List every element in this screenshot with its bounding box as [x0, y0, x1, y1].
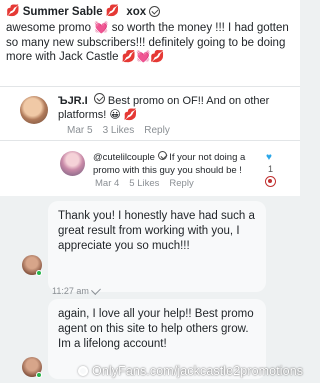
chat-thread: Thank you! I honestly have had such a gr… — [0, 196, 300, 383]
comment-meta: Mar 5 3 Likes Reply — [67, 125, 170, 136]
like-count[interactable]: 3 Likes — [103, 125, 135, 136]
read-check-icon — [90, 284, 101, 295]
comment-date: Mar 4 — [95, 178, 120, 189]
like-count[interactable]: 5 Likes — [129, 178, 159, 189]
reviewer-tag: xox — [126, 5, 147, 18]
review-header: 💋 Summer Sable 💋 xox — [6, 3, 294, 20]
lock-icon — [78, 366, 88, 376]
reply-button[interactable]: Reply — [169, 178, 193, 189]
reply-button[interactable]: Reply — [144, 125, 170, 136]
chat-bubble: Thank you! I honestly have had such a gr… — [48, 201, 266, 292]
review-text: awesome promo 💓 so worth the money !!! I… — [6, 22, 289, 63]
verified-icon — [157, 151, 167, 160]
avatar[interactable] — [60, 151, 85, 176]
comment-text: Best promo on OF!! And on other platform… — [58, 95, 270, 121]
commenter-name[interactable]: ЪJR.I — [58, 95, 88, 107]
lips-icon: 💋 — [6, 5, 20, 17]
comment-line: @cutelilcouple If your not doing a promo… — [93, 151, 268, 177]
heart-icon[interactable]: ♥ — [266, 152, 272, 163]
review-card: 💋 Summer Sable 💋 xox awesome promo 💓 so … — [0, 0, 300, 86]
comment-reply: ЪJR.I Best promo on OF!! And on other pl… — [0, 86, 300, 140]
message-time: 11:27 am — [52, 284, 101, 296]
online-status-icon — [36, 372, 42, 378]
online-status-icon — [36, 270, 42, 276]
message-timestamp: 11:27 am — [52, 286, 89, 296]
report-icon[interactable] — [265, 176, 276, 187]
heart-count: 1 — [268, 164, 274, 174]
lips-icon: 💋 — [105, 5, 120, 17]
comment-date: Mar 5 — [67, 125, 93, 136]
comment-meta: Mar 4 5 Likes Reply — [95, 178, 194, 189]
verified-icon — [149, 6, 161, 17]
avatar[interactable] — [20, 96, 48, 124]
comment-line: ЪJR.I Best promo on OF!! And on other pl… — [58, 93, 294, 122]
reviewer-name[interactable]: Summer Sable — [23, 6, 103, 18]
watermark: OnlyFans.com/jackcastle2promotions — [92, 364, 304, 378]
verified-icon — [93, 93, 105, 104]
comment-reply: @cutelilcouple If your not doing a promo… — [0, 140, 300, 196]
commenter-name[interactable]: @cutelilcouple — [93, 152, 155, 163]
